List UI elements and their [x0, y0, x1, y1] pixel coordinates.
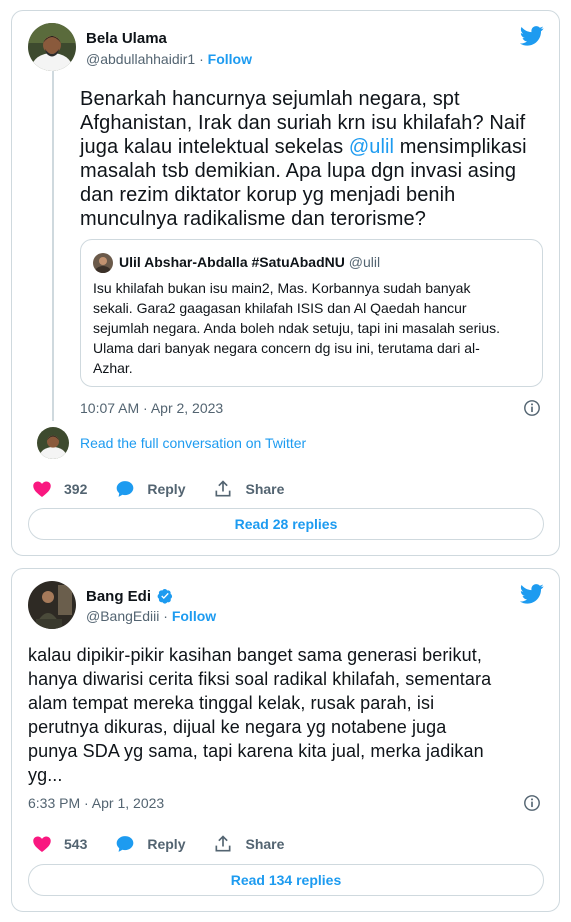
author-name-row[interactable]: Bang Edi: [86, 588, 173, 605]
quoted-author: Ulil Abshar-Abdalla #SatuAbadNU @ulil: [119, 254, 380, 270]
reply-label: Reply: [147, 836, 186, 852]
author-handle-row: @BangEdiii · Follow: [86, 608, 216, 624]
like-button[interactable]: 392: [32, 479, 87, 499]
info-icon[interactable]: [523, 399, 541, 417]
tweet-actions: 392 Reply Share: [32, 479, 312, 499]
like-button[interactable]: 543: [32, 834, 87, 854]
quoted-tweet[interactable]: Ulil Abshar-Abdalla #SatuAbadNU @ulil Is…: [80, 239, 543, 387]
separator-dot: ·: [163, 608, 168, 624]
read-replies-button[interactable]: Read 134 replies: [28, 864, 544, 896]
avatar-bang-edi[interactable]: [28, 581, 76, 629]
author-handle[interactable]: @BangEdiii: [86, 608, 159, 624]
twitter-bird-icon[interactable]: [520, 584, 544, 604]
reply-button[interactable]: Reply: [115, 479, 185, 499]
reply-bubble-icon: [117, 836, 134, 852]
share-label: Share: [245, 481, 285, 497]
read-replies-button[interactable]: Read 28 replies: [28, 508, 544, 540]
like-count: 392: [64, 481, 88, 497]
heart-icon: [33, 481, 51, 497]
reply-button[interactable]: Reply: [115, 834, 185, 854]
reply-label: Reply: [147, 481, 186, 497]
author-handle[interactable]: @abdullahhaidir1: [86, 51, 195, 67]
quoted-avatar: [93, 253, 113, 273]
tweet-text: Benarkah hancurnya sejumlah negara, spt …: [80, 87, 550, 231]
tweet-text: kalau dipikir-pikir kasihan banget sama …: [28, 645, 492, 785]
author-name[interactable]: Bang Edi: [86, 588, 151, 605]
mention-link[interactable]: @ulil: [349, 136, 394, 158]
heart-icon: [33, 836, 51, 852]
like-count: 543: [64, 836, 88, 852]
tweet-timestamp[interactable]: 6:33 PM · Apr 1, 2023: [28, 795, 164, 811]
share-icon: [215, 835, 231, 852]
thread-connector-line: [52, 71, 54, 421]
follow-button[interactable]: Follow: [172, 608, 216, 624]
verified-badge-icon: [157, 589, 173, 604]
share-icon: [215, 480, 231, 497]
avatar-bela-ulama[interactable]: [28, 23, 76, 71]
tweet-card-1[interactable]: Bela Ulama @abdullahhaidir1 · Follow Ben…: [11, 10, 560, 556]
read-full-conversation-link[interactable]: Read the full conversation on Twitter: [80, 435, 306, 451]
share-button[interactable]: Share: [213, 834, 284, 854]
share-button[interactable]: Share: [213, 479, 284, 499]
quoted-author-name: Ulil Abshar-Abdalla #SatuAbadNU: [119, 254, 345, 270]
info-icon[interactable]: [523, 794, 541, 812]
follow-button[interactable]: Follow: [208, 51, 252, 67]
twitter-bird-icon[interactable]: [520, 26, 544, 46]
tweet-card-2[interactable]: Bang Edi @BangEdiii · Follow kalau dipik…: [11, 568, 560, 912]
quoted-author-handle: @ulil: [348, 254, 381, 270]
small-avatar: [37, 427, 69, 459]
tweet-actions: 543 Reply Share: [32, 834, 312, 854]
author-handle-row: @abdullahhaidir1 · Follow: [86, 51, 252, 67]
share-label: Share: [245, 836, 285, 852]
reply-bubble-icon: [117, 481, 134, 497]
author-name[interactable]: Bela Ulama: [86, 30, 167, 47]
quoted-text: Isu khilafah bukan isu main2, Mas. Korba…: [93, 280, 501, 376]
tweet-timestamp[interactable]: 10:07 AM · Apr 2, 2023: [80, 400, 223, 416]
separator-dot: ·: [199, 51, 204, 67]
